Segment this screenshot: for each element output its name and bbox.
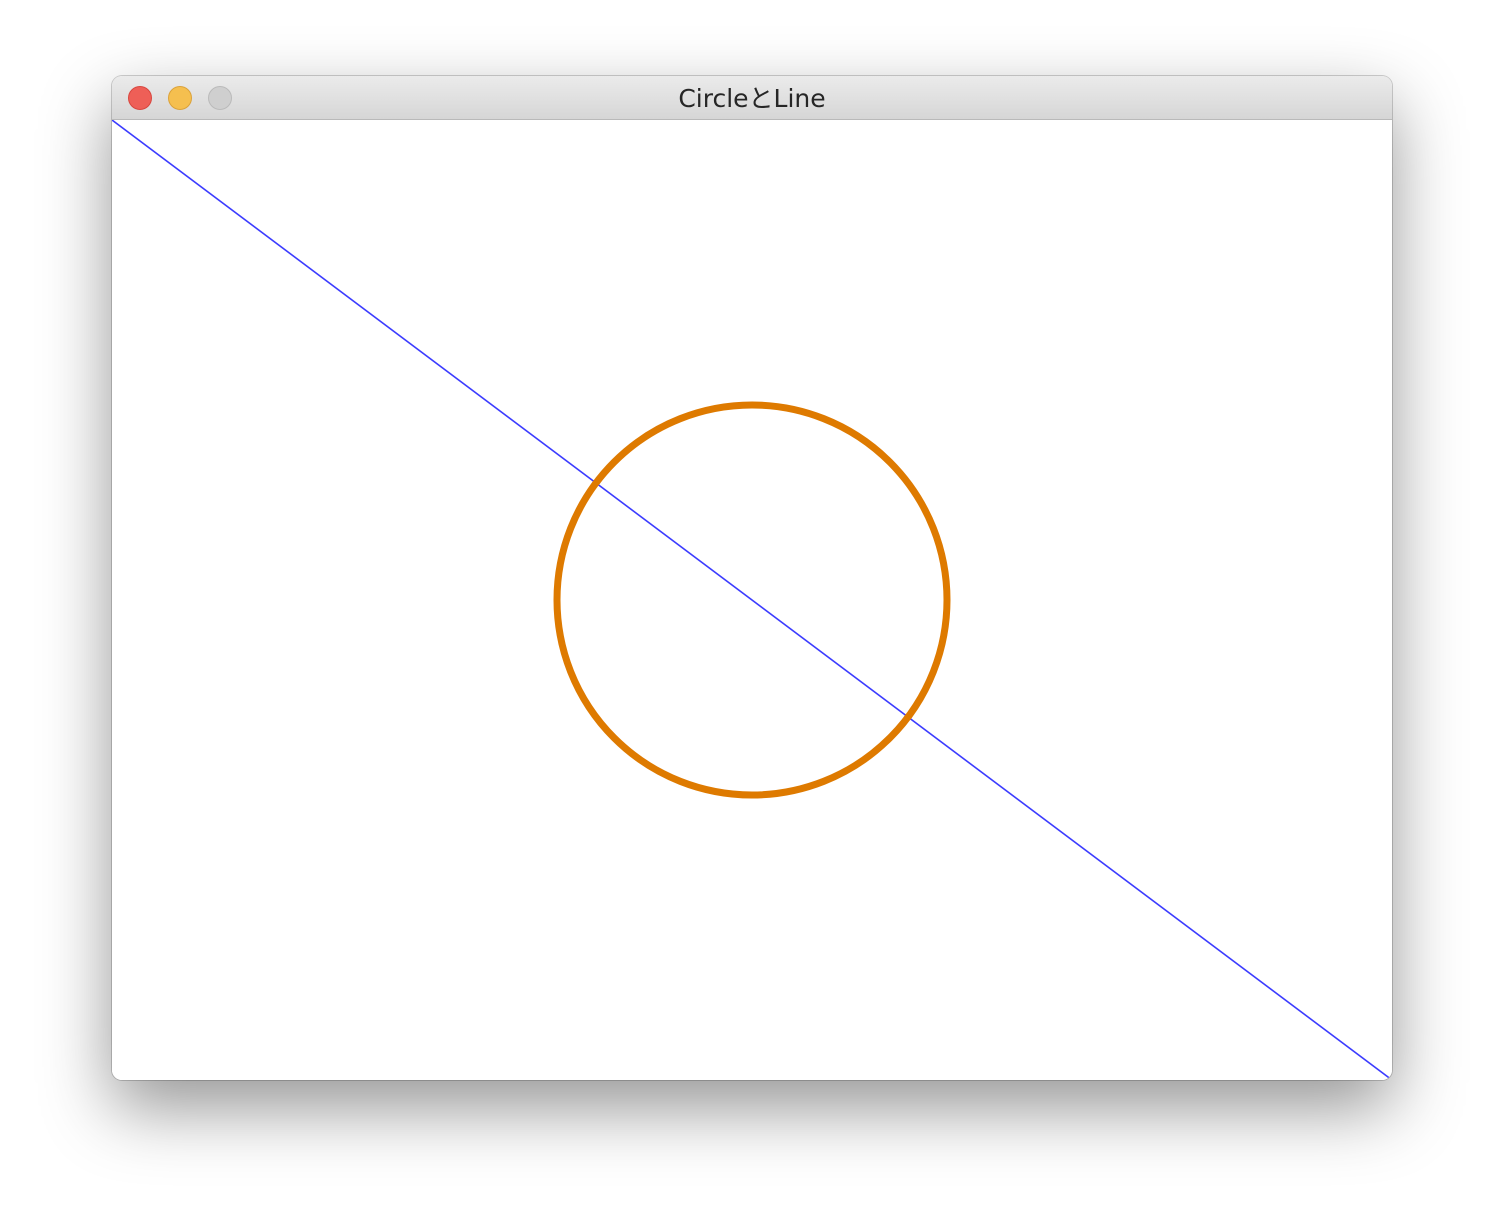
window-title: CircleとLine (678, 84, 826, 113)
drawing-svg (112, 120, 1392, 1080)
diagonal-line (112, 120, 1392, 1080)
app-window: CircleとLine (112, 76, 1392, 1080)
drawing-canvas (112, 120, 1392, 1080)
title-bar[interactable]: CircleとLine (112, 76, 1392, 120)
